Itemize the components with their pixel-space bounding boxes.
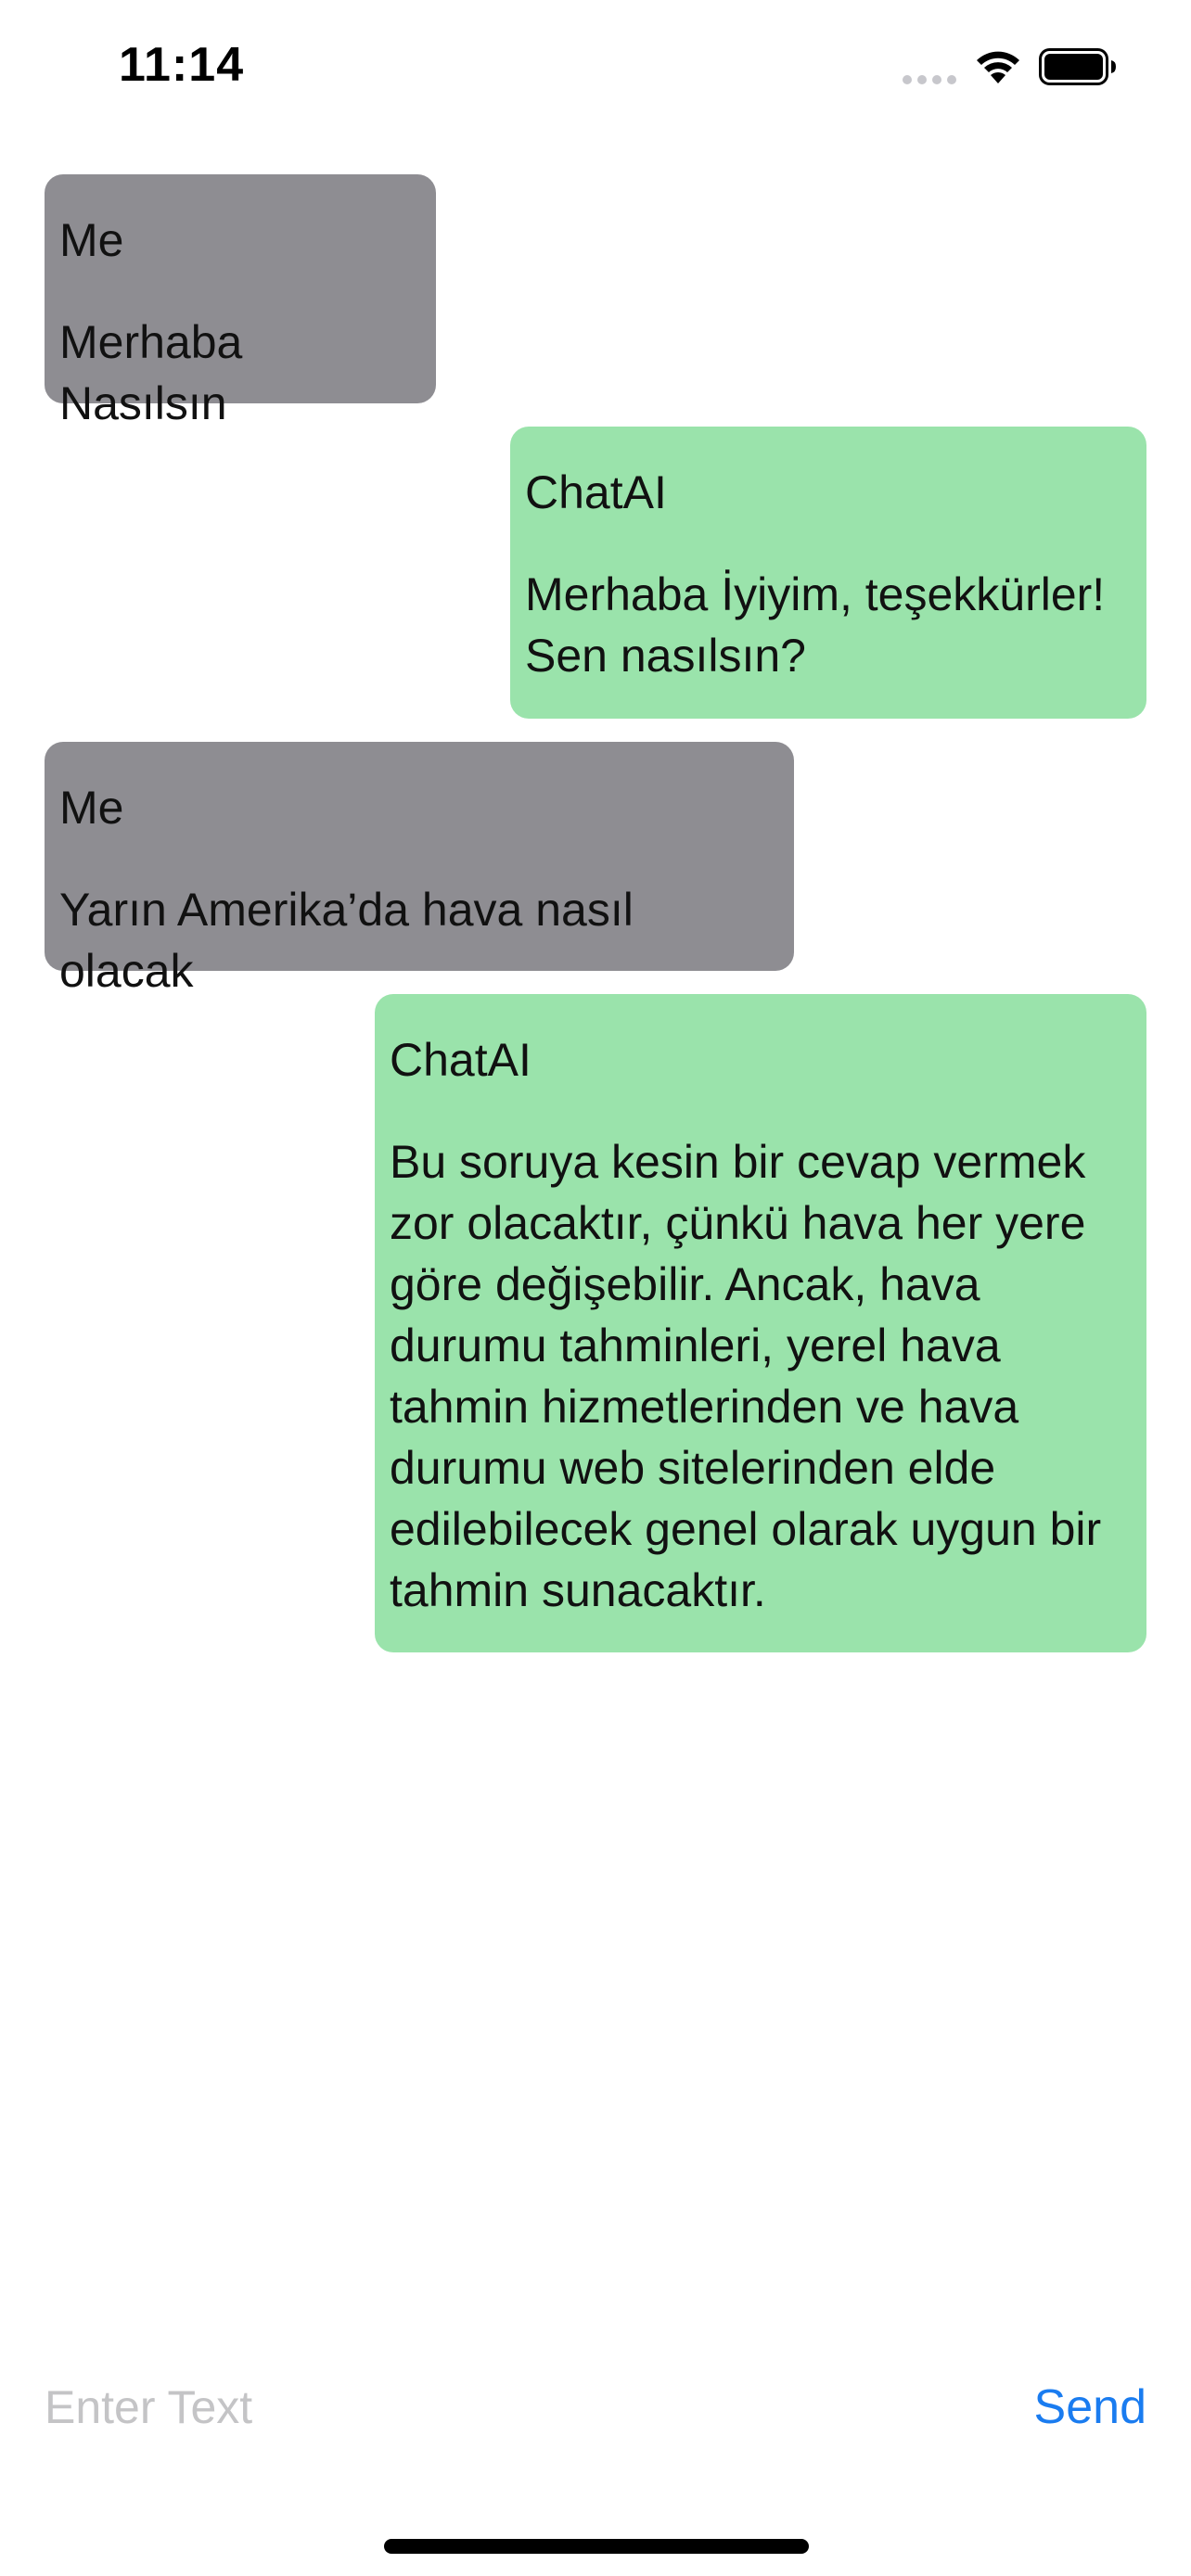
message-bubble-user: Me Yarın Amerika’da hava nasıl olacak [45, 742, 794, 997]
message-sender: Me [59, 782, 124, 834]
message-text: Merhaba Nasılsın [59, 316, 243, 429]
message-bubble-assistant: ChatAI Bu soruya kesin bir cevap vermek … [375, 994, 1146, 1652]
message-text: Bu soruya kesin bir cevap vermek zor ola… [390, 1136, 1102, 1616]
message-bubble-user: Me Merhaba Nasılsın [45, 174, 436, 429]
message-sender: ChatAI [390, 1034, 531, 1086]
message-sender: Me [59, 214, 124, 266]
message-text: Yarın Amerika’da hava nasıl olacak [59, 884, 634, 997]
message-input[interactable] [45, 2370, 972, 2444]
message-sender: ChatAI [525, 466, 667, 518]
chat-screen: 11:14 Me Merhaba Nasılsın ChatAI Merhaba… [0, 0, 1191, 2576]
message-text: Merhaba İyiyim, teşekkürler! Sen nasılsı… [525, 568, 1106, 682]
input-bar: Send [45, 2370, 1146, 2444]
message-list: Me Merhaba Nasılsın ChatAI Merhaba İyiyi… [0, 0, 1191, 2318]
home-indicator[interactable] [384, 2539, 809, 2554]
send-button[interactable]: Send [1034, 2370, 1146, 2444]
message-bubble-assistant: ChatAI Merhaba İyiyim, teşekkürler! Sen … [510, 427, 1146, 719]
